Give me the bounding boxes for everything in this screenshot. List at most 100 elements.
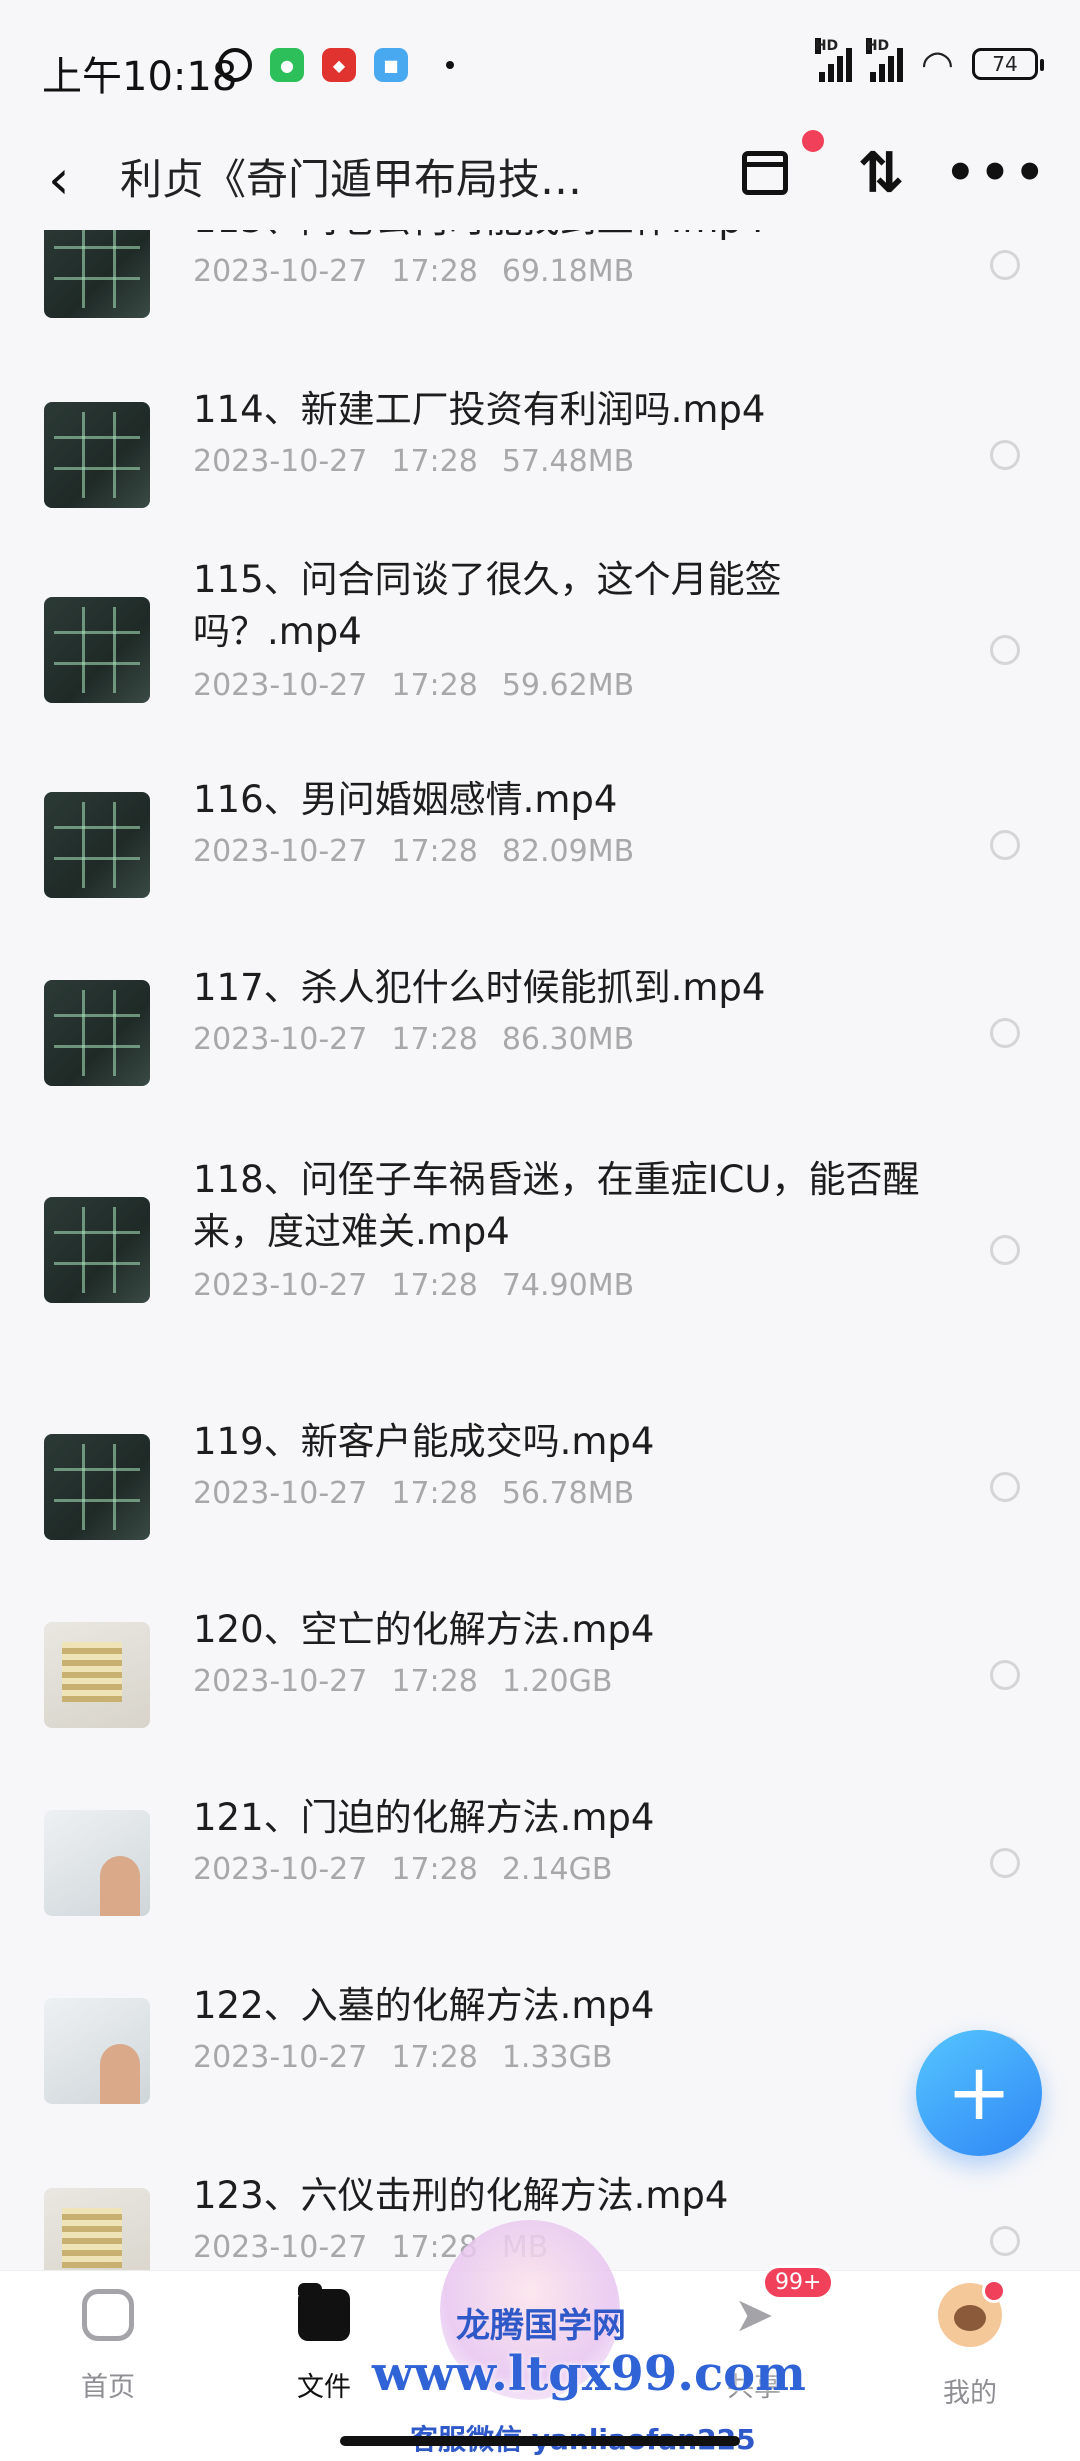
signal-icon-2: HD	[865, 38, 903, 82]
file-name: 121、门迫的化解方法.mp4	[193, 1796, 655, 1839]
title-bar: ‹ 利贞《奇门遁甲布局技… ⇅ •••	[0, 130, 1080, 230]
select-radio[interactable]	[990, 250, 1020, 280]
battery-level: 74	[992, 52, 1018, 76]
file-time: 17:28	[391, 1664, 478, 1699]
file-size: 69.18MB	[501, 254, 635, 289]
file-date: 2023-10-27	[193, 254, 368, 289]
add-button[interactable]: +	[916, 2030, 1042, 2156]
nav-me-label: 我的	[943, 2378, 997, 2409]
video-thumbnail	[44, 2188, 150, 2270]
select-radio[interactable]	[990, 1660, 1020, 1690]
select-radio[interactable]	[990, 2226, 1020, 2256]
file-name: 116、男问婚姻感情.mp4	[193, 778, 618, 821]
sort-icon: ⇅	[857, 140, 905, 206]
select-radio[interactable]	[990, 830, 1020, 860]
file-name: 114、新建工厂投资有利润吗.mp4	[193, 388, 766, 431]
file-time: 17:28	[391, 1476, 478, 1511]
more-button[interactable]: •••	[945, 138, 1045, 208]
wechat-icon: ●	[270, 48, 304, 82]
file-date: 2023-10-27	[193, 2230, 368, 2265]
page-title: 利贞《奇门遁甲布局技…	[120, 155, 583, 204]
select-radio[interactable]	[990, 1472, 1020, 1502]
file-size: 86.30MB	[501, 1022, 635, 1057]
video-thumbnail	[44, 1434, 150, 1540]
file-time: 17:28	[391, 1022, 478, 1057]
back-icon[interactable]: ‹	[48, 148, 70, 211]
file-date: 2023-10-27	[193, 668, 368, 703]
home-indicator[interactable]	[340, 2436, 740, 2446]
file-size: 59.62MB	[501, 668, 635, 703]
file-meta: 2023-10-27 17:28 2.14GB	[193, 1852, 612, 1887]
archive-button[interactable]	[730, 130, 824, 208]
file-size: 82.09MB	[501, 834, 635, 869]
file-list[interactable]: 113、问老公何时能找到工作.mp4 2023-10-27 17:28 69.18MB…	[0, 230, 1080, 2270]
file-meta: 2023-10-27 17:28 56.78MB	[193, 1476, 634, 1511]
file-name: 122、入墓的化解方法.mp4	[193, 1984, 655, 2027]
more-notifications-dot	[446, 61, 454, 69]
alarm-icon	[218, 48, 252, 82]
file-name: 120、空亡的化解方法.mp4	[193, 1608, 655, 1651]
avatar-notification-dot	[982, 2279, 1006, 2303]
folder-icon	[298, 2283, 350, 2341]
file-time: 17:28	[391, 668, 478, 703]
file-size: 74.90MB	[501, 1268, 635, 1303]
file-size: 57.48MB	[501, 444, 635, 479]
watermark-url: www.ltgx99.com	[372, 2346, 806, 2402]
file-name: 123、六仪击刑的化解方法.mp4	[193, 2174, 729, 2217]
file-name: 115、问合同谈了很久，这个月能签吗？.mp4	[193, 558, 782, 653]
file-name: 113、问老公何时能找到工作.mp4	[193, 230, 933, 246]
notification-dot	[802, 130, 824, 152]
file-meta: 2023-10-27 17:28 86.30MB	[193, 1022, 634, 1057]
video-thumbnail	[44, 1998, 150, 2104]
file-date: 2023-10-27	[193, 444, 368, 479]
select-radio[interactable]	[990, 1848, 1020, 1878]
wifi-icon: ◠	[920, 42, 954, 86]
select-radio[interactable]	[990, 1018, 1020, 1048]
video-thumbnail	[44, 230, 150, 318]
status-bar: 上午10:18 ● ◆ ■ HD HD ◠ 74	[0, 0, 1080, 130]
file-name: 119、新客户能成交吗.mp4	[193, 1420, 655, 1463]
video-thumbnail	[44, 1197, 150, 1303]
file-date: 2023-10-27	[193, 834, 368, 869]
video-thumbnail	[44, 1810, 150, 1916]
file-meta: 2023-10-27 17:28 69.18MB	[193, 254, 634, 289]
file-time: 17:28	[391, 444, 478, 479]
video-thumbnail	[44, 792, 150, 898]
file-date: 2023-10-27	[193, 2040, 368, 2075]
file-size: 1.33GB	[501, 2040, 613, 2075]
share-badge: 99+	[762, 2265, 835, 2300]
file-meta: 2023-10-27 17:28 57.48MB	[193, 444, 634, 479]
file-name: 118、问侄子车祸昏迷，在重症ICU，能否醒来，度过难关.mp4	[193, 1158, 920, 1253]
file-time: 17:28	[391, 254, 478, 289]
file-name: 117、杀人犯什么时候能抓到.mp4	[193, 966, 766, 1009]
signal-icon: HD	[814, 38, 852, 82]
file-meta: 2023-10-27 17:28 1.33GB	[193, 2040, 612, 2075]
select-radio[interactable]	[990, 1235, 1020, 1265]
home-icon	[82, 2289, 134, 2341]
status-time: 上午10:18	[42, 54, 238, 100]
file-size: 1.20GB	[501, 1664, 613, 1699]
watermark-site-name: 龙腾国学网	[456, 2306, 626, 2346]
file-size: 56.78MB	[501, 1476, 635, 1511]
nav-home-label: 首页	[81, 2372, 135, 2403]
nav-home[interactable]: 首页	[28, 2289, 188, 2404]
video-thumbnail	[44, 597, 150, 703]
file-date: 2023-10-27	[193, 1852, 368, 1887]
file-time: 17:28	[391, 834, 478, 869]
nav-me[interactable]: 我的	[890, 2279, 1050, 2410]
select-radio[interactable]	[990, 635, 1020, 665]
file-date: 2023-10-27	[193, 1268, 368, 1303]
archive-icon	[742, 151, 788, 195]
video-thumbnail	[44, 1622, 150, 1728]
select-radio[interactable]	[990, 440, 1020, 470]
blue-app-icon: ■	[374, 48, 408, 82]
plus-icon: +	[946, 2048, 1012, 2138]
video-thumbnail	[44, 402, 150, 508]
status-right-icons: HD HD ◠ 74	[814, 38, 1044, 86]
red-app-icon: ◆	[322, 48, 356, 82]
sort-button[interactable]: ⇅	[846, 138, 916, 208]
file-size: 2.14GB	[501, 1852, 613, 1887]
status-notification-icons: ● ◆ ■	[218, 48, 454, 82]
file-time: 17:28	[391, 1852, 478, 1887]
file-meta: 2023-10-27 17:28 74.90MB	[193, 1268, 634, 1303]
